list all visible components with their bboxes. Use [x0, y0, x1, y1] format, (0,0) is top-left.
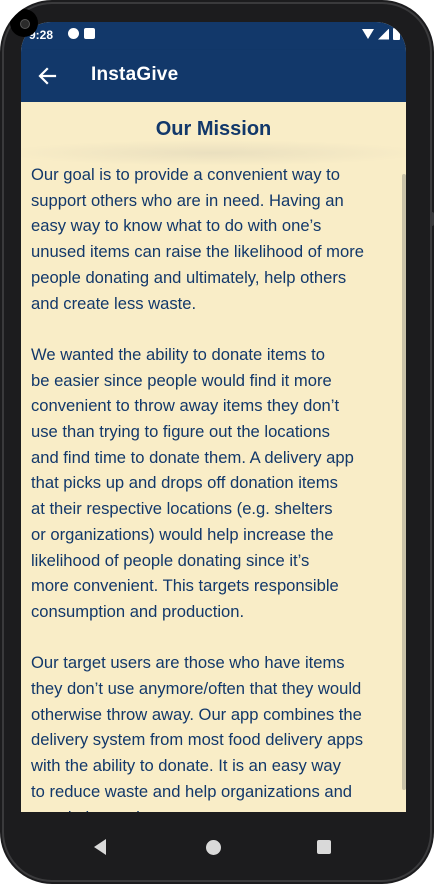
status-right-icons: [362, 28, 400, 40]
nav-back-button[interactable]: [78, 825, 122, 869]
camera-cutout: [10, 9, 38, 37]
nav-recents-button[interactable]: [302, 825, 346, 869]
mission-paragraph: Our target users are those who have item…: [31, 653, 363, 812]
mission-paragraph: We wanted the ability to donate items to…: [31, 344, 354, 621]
sd-card-icon: [84, 28, 95, 39]
nav-back-icon: [94, 839, 106, 855]
wifi-icon: [362, 29, 374, 39]
arrow-back-icon: [38, 67, 57, 85]
nav-home-button[interactable]: [191, 825, 235, 869]
app-bar: InstaGive: [21, 50, 406, 102]
mission-text[interactable]: Our goal is to provide a convenient way …: [31, 162, 397, 812]
navigation-bar: [0, 812, 434, 884]
screen: InstaGive Our Mission Our goal is to pro…: [21, 22, 406, 812]
status-left-icons: [68, 28, 95, 39]
signal-icon: [378, 28, 389, 40]
battery-icon: [393, 28, 400, 40]
nav-recents-icon: [317, 840, 331, 854]
page-title: Our Mission: [155, 118, 272, 140]
scrollbar[interactable]: [402, 174, 406, 790]
app-title: InstaGive: [91, 64, 179, 85]
mission-paragraph: Our goal is to provide a convenient way …: [31, 165, 364, 313]
nav-home-icon: [205, 839, 221, 855]
content-area: Our Mission Our goal is to provide a con…: [21, 102, 406, 812]
notification-icon: [68, 28, 79, 39]
status-bar: [21, 22, 406, 50]
phone-frame: InstaGive Our Mission Our goal is to pro…: [0, 0, 434, 884]
power-button: [430, 212, 434, 226]
header-band: Our Mission: [21, 102, 406, 166]
back-button[interactable]: [33, 62, 61, 90]
